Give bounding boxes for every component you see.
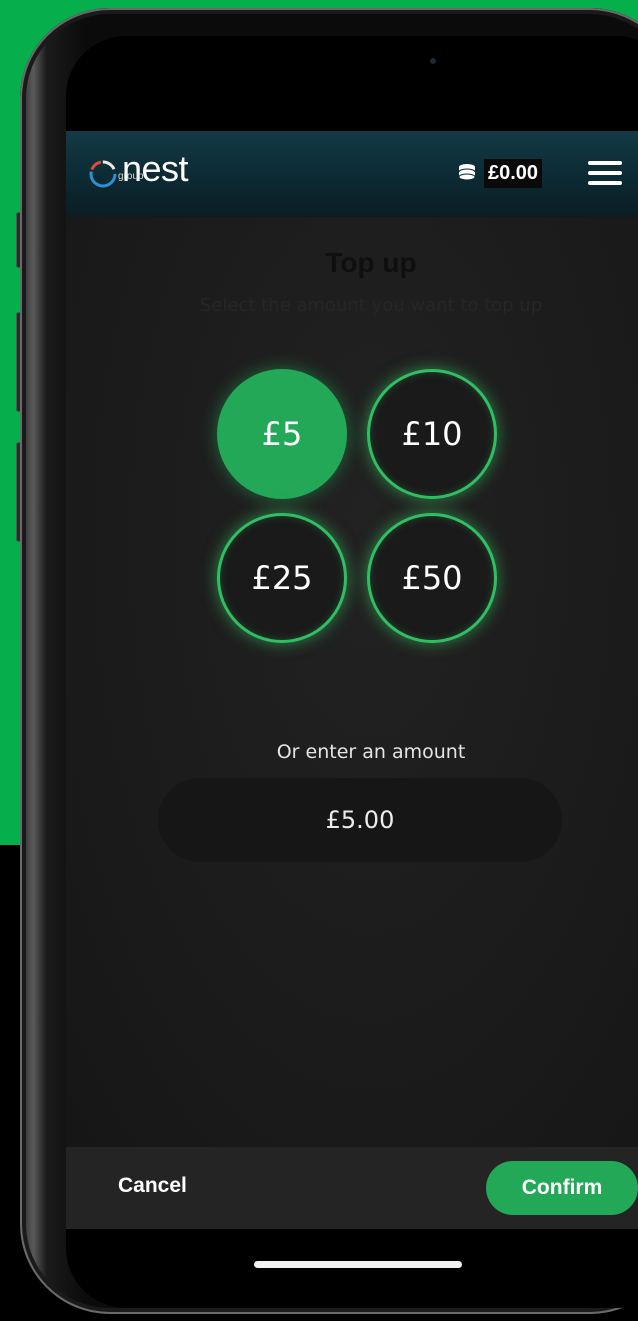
cancel-button[interactable]: Cancel xyxy=(118,1174,187,1198)
coins-icon xyxy=(458,164,476,181)
amount-option-5[interactable]: £5 xyxy=(217,369,347,499)
confirm-button[interactable]: Confirm xyxy=(486,1161,638,1215)
top-up-panel: Top up Select the amount you want to top… xyxy=(66,217,638,1147)
amount-option-50[interactable]: £50 xyxy=(367,513,497,643)
nest-ring-logo-icon xyxy=(89,160,117,188)
stage: nest group £0.00 Top up Select the amoun… xyxy=(0,0,638,1321)
home-indicator[interactable] xyxy=(254,1261,462,1268)
page-title: Top up xyxy=(325,247,417,278)
front-camera xyxy=(430,58,436,64)
action-bar: Cancel Confirm xyxy=(66,1147,638,1229)
amount-option-25[interactable]: £25 xyxy=(217,513,347,643)
balance-amount: £0.00 xyxy=(484,158,543,188)
logo-subtext: group xyxy=(118,171,144,182)
amount-option-10[interactable]: £10 xyxy=(367,369,497,499)
phone-screen: nest group £0.00 Top up Select the amoun… xyxy=(66,36,638,1308)
phone-frame: nest group £0.00 Top up Select the amoun… xyxy=(20,8,638,1314)
hamburger-menu-icon[interactable] xyxy=(588,161,622,185)
custom-amount-label: Or enter an amount xyxy=(276,741,466,763)
balance-display[interactable]: £0.00 xyxy=(456,158,543,188)
custom-amount-input[interactable] xyxy=(158,778,562,862)
app-header: nest group £0.00 xyxy=(66,131,638,217)
page-subtitle: Select the amount you want to top up xyxy=(199,295,543,316)
